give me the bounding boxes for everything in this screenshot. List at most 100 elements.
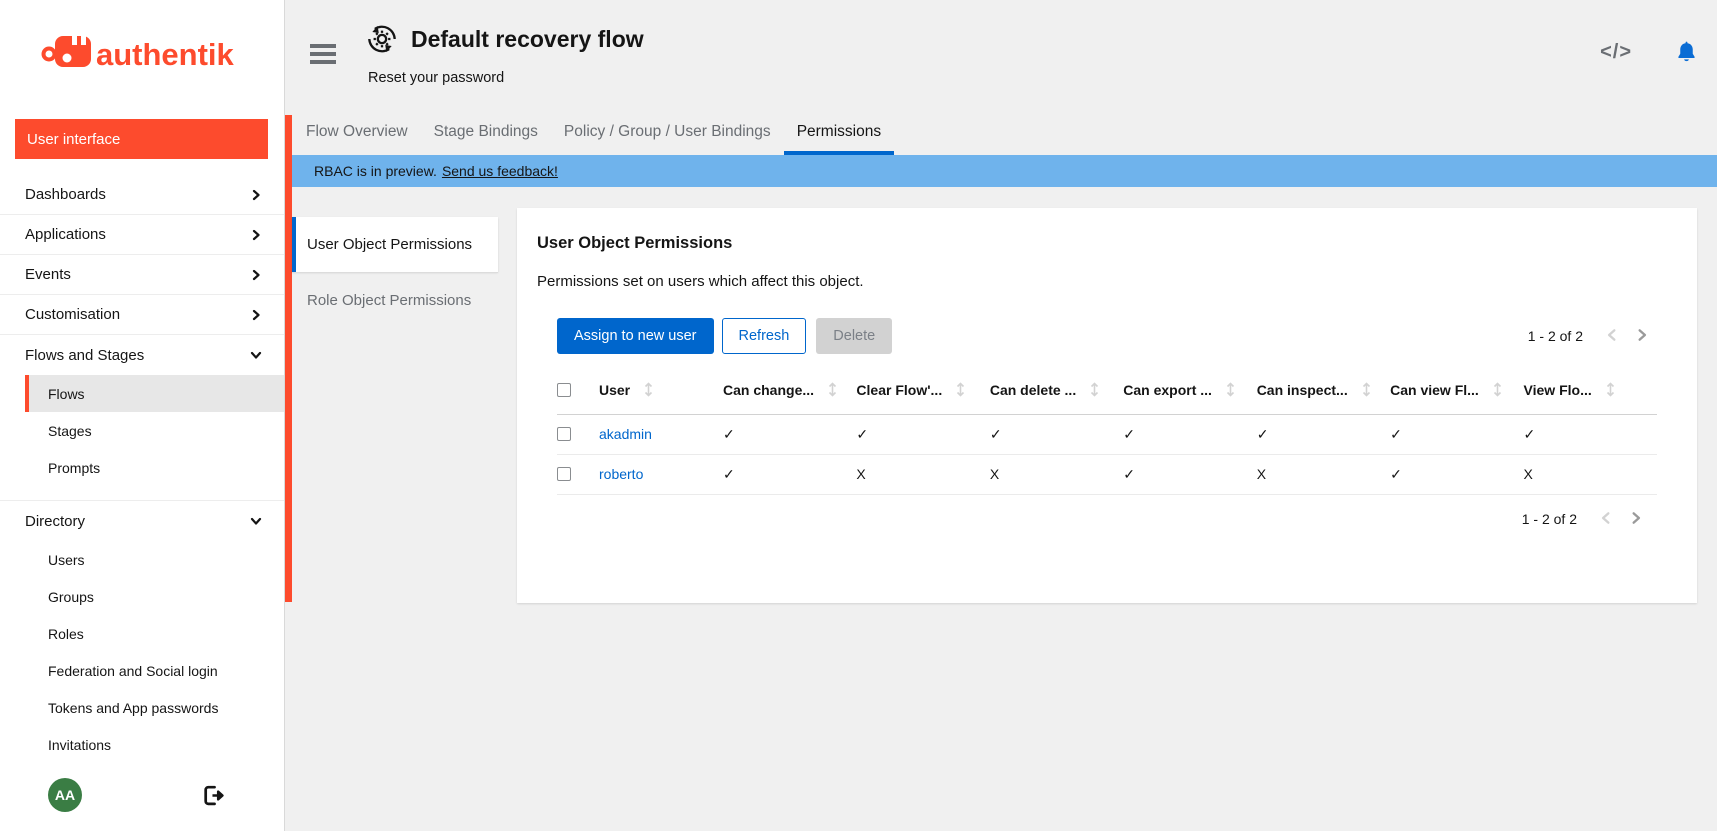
sidebar-item-events[interactable]: Events bbox=[0, 255, 284, 295]
column-header-can-view[interactable]: Can view Fl... bbox=[1390, 366, 1523, 414]
column-header-can-delete[interactable]: Can delete ... bbox=[990, 366, 1123, 414]
nav-label: Applications bbox=[25, 226, 106, 243]
permission-value: ✓ bbox=[1257, 414, 1390, 454]
tab-stage-bindings[interactable]: Stage Bindings bbox=[421, 113, 551, 155]
sidebar-item-invitations[interactable]: Invitations bbox=[25, 726, 284, 763]
tab-permissions[interactable]: Permissions bbox=[784, 113, 894, 155]
select-all-checkbox[interactable] bbox=[557, 383, 571, 397]
sidebar: authentik User interface Dashboards Appl… bbox=[0, 0, 285, 831]
banner-text: RBAC is in preview. bbox=[314, 163, 437, 179]
chevron-right-icon bbox=[250, 229, 262, 241]
pagination-prev-button[interactable] bbox=[1591, 511, 1621, 528]
chevron-right-icon bbox=[250, 189, 262, 201]
tab-flow-overview[interactable]: Flow Overview bbox=[293, 113, 421, 155]
permissions-content: User Object Permissions Role Object Perm… bbox=[292, 187, 1717, 831]
column-header-can-change[interactable]: Can change... bbox=[723, 366, 856, 414]
avatar[interactable]: AA bbox=[48, 778, 82, 812]
column-header-view-flow[interactable]: View Flo... bbox=[1524, 366, 1657, 414]
side-tab-user-object-permissions[interactable]: User Object Permissions bbox=[292, 217, 498, 272]
sidebar-item-federation-social-login[interactable]: Federation and Social login bbox=[25, 652, 284, 689]
sidebar-item-groups[interactable]: Groups bbox=[25, 578, 284, 615]
feedback-link[interactable]: Send us feedback! bbox=[442, 163, 558, 179]
sidebar-item-directory[interactable]: Directory bbox=[0, 501, 284, 541]
permission-value: X bbox=[1524, 454, 1657, 494]
nav-label: Dashboards bbox=[25, 186, 106, 203]
nav-label: Directory bbox=[25, 513, 85, 530]
row-checkbox[interactable] bbox=[557, 467, 571, 481]
nav-label: Federation and Social login bbox=[48, 663, 218, 679]
sidebar-item-roles[interactable]: Roles bbox=[25, 615, 284, 652]
logout-icon[interactable] bbox=[201, 783, 226, 808]
sidebar-nav: Dashboards Applications Events Customisa… bbox=[0, 175, 284, 767]
pagination-range: 1 - 2 of 2 bbox=[1528, 328, 1583, 344]
sort-icon bbox=[644, 382, 653, 397]
rbac-preview-banner: RBAC is in preview. Send us feedback! bbox=[292, 155, 1717, 187]
pagination-range: 1 - 2 of 2 bbox=[1522, 511, 1577, 527]
tab-policy-group-user-bindings[interactable]: Policy / Group / User Bindings bbox=[551, 113, 784, 155]
pagination-bottom: 1 - 2 of 2 bbox=[517, 511, 1651, 528]
sidebar-item-customisation[interactable]: Customisation bbox=[0, 295, 284, 335]
sort-icon bbox=[1226, 382, 1235, 397]
select-all-checkbox-cell bbox=[557, 366, 599, 414]
permissions-table: User Can change... Clear Flow'... Can de… bbox=[557, 366, 1657, 495]
app-switch-label: User interface bbox=[27, 131, 120, 148]
menu-toggle-icon[interactable] bbox=[310, 44, 336, 64]
sidebar-item-stages[interactable]: Stages bbox=[25, 412, 284, 449]
row-checkbox[interactable] bbox=[557, 427, 571, 441]
permission-value: X bbox=[990, 454, 1123, 494]
page-subtitle: Reset your password bbox=[368, 70, 504, 86]
api-code-icon[interactable]: </> bbox=[1600, 41, 1632, 64]
nav-label: Flows and Stages bbox=[25, 347, 144, 364]
notification-bell-icon[interactable] bbox=[1674, 40, 1699, 65]
user-link[interactable]: akadmin bbox=[599, 426, 652, 442]
pagination-next-button[interactable] bbox=[1621, 511, 1651, 528]
permission-value: ✓ bbox=[1390, 454, 1523, 494]
table-row: roberto ✓ X X ✓ X ✓ X bbox=[557, 454, 1657, 494]
sidebar-item-users[interactable]: Users bbox=[25, 541, 284, 578]
column-header-user[interactable]: User bbox=[599, 366, 723, 414]
side-tab-role-object-permissions[interactable]: Role Object Permissions bbox=[292, 272, 498, 327]
column-header-clear-flow[interactable]: Clear Flow'... bbox=[856, 366, 989, 414]
permission-value: ✓ bbox=[990, 414, 1123, 454]
sidebar-item-user-interface[interactable]: User interface bbox=[15, 119, 268, 159]
table-row: akadmin ✓ ✓ ✓ ✓ ✓ ✓ ✓ bbox=[557, 414, 1657, 454]
sort-icon bbox=[956, 382, 965, 397]
nav-label: Events bbox=[25, 266, 71, 283]
permission-value: X bbox=[1257, 454, 1390, 494]
authentik-logo: authentik bbox=[0, 0, 284, 105]
nav-group-directory: Directory Users Groups Roles Federation … bbox=[0, 500, 284, 763]
nav-label: Tokens and App passwords bbox=[48, 700, 218, 716]
assign-to-new-user-button[interactable]: Assign to new user bbox=[557, 318, 714, 354]
nav-label: Groups bbox=[48, 589, 94, 605]
pagination-next-button[interactable] bbox=[1627, 328, 1657, 345]
sidebar-footer: AA bbox=[0, 767, 284, 831]
permission-value: ✓ bbox=[723, 454, 856, 494]
chevron-right-icon bbox=[250, 269, 262, 281]
page-header: Default recovery flow Reset your passwor… bbox=[292, 0, 1717, 113]
sidebar-item-flows-and-stages[interactable]: Flows and Stages bbox=[0, 335, 284, 375]
pagination-prev-button[interactable] bbox=[1597, 328, 1627, 345]
flow-tabs: Flow Overview Stage Bindings Policy / Gr… bbox=[292, 113, 1717, 155]
sidebar-item-applications[interactable]: Applications bbox=[0, 215, 284, 255]
sidebar-item-tokens-app-passwords[interactable]: Tokens and App passwords bbox=[25, 689, 284, 726]
table-header-row: User Can change... Clear Flow'... Can de… bbox=[557, 366, 1657, 414]
chevron-down-icon bbox=[250, 515, 262, 527]
sidebar-item-prompts[interactable]: Prompts bbox=[25, 449, 284, 486]
sort-icon bbox=[1090, 382, 1099, 397]
sort-icon bbox=[828, 382, 837, 397]
nav-group-flows-and-stages: Flows and Stages Flows Stages Prompts bbox=[0, 335, 284, 486]
chevron-right-icon bbox=[250, 309, 262, 321]
sort-icon bbox=[1493, 382, 1502, 397]
permission-value: ✓ bbox=[1390, 414, 1523, 454]
delete-button[interactable]: Delete bbox=[816, 318, 892, 354]
column-header-can-export[interactable]: Can export ... bbox=[1123, 366, 1256, 414]
sidebar-item-flows[interactable]: Flows bbox=[25, 375, 284, 412]
refresh-button[interactable]: Refresh bbox=[722, 318, 807, 354]
user-link[interactable]: roberto bbox=[599, 466, 643, 482]
avatar-initials: AA bbox=[55, 787, 75, 803]
sort-icon bbox=[1606, 382, 1615, 397]
authentik-wordmark: authentik bbox=[96, 37, 235, 72]
sidebar-item-dashboards[interactable]: Dashboards bbox=[0, 175, 284, 215]
permission-value: ✓ bbox=[1123, 454, 1256, 494]
column-header-can-inspect[interactable]: Can inspect... bbox=[1257, 366, 1390, 414]
